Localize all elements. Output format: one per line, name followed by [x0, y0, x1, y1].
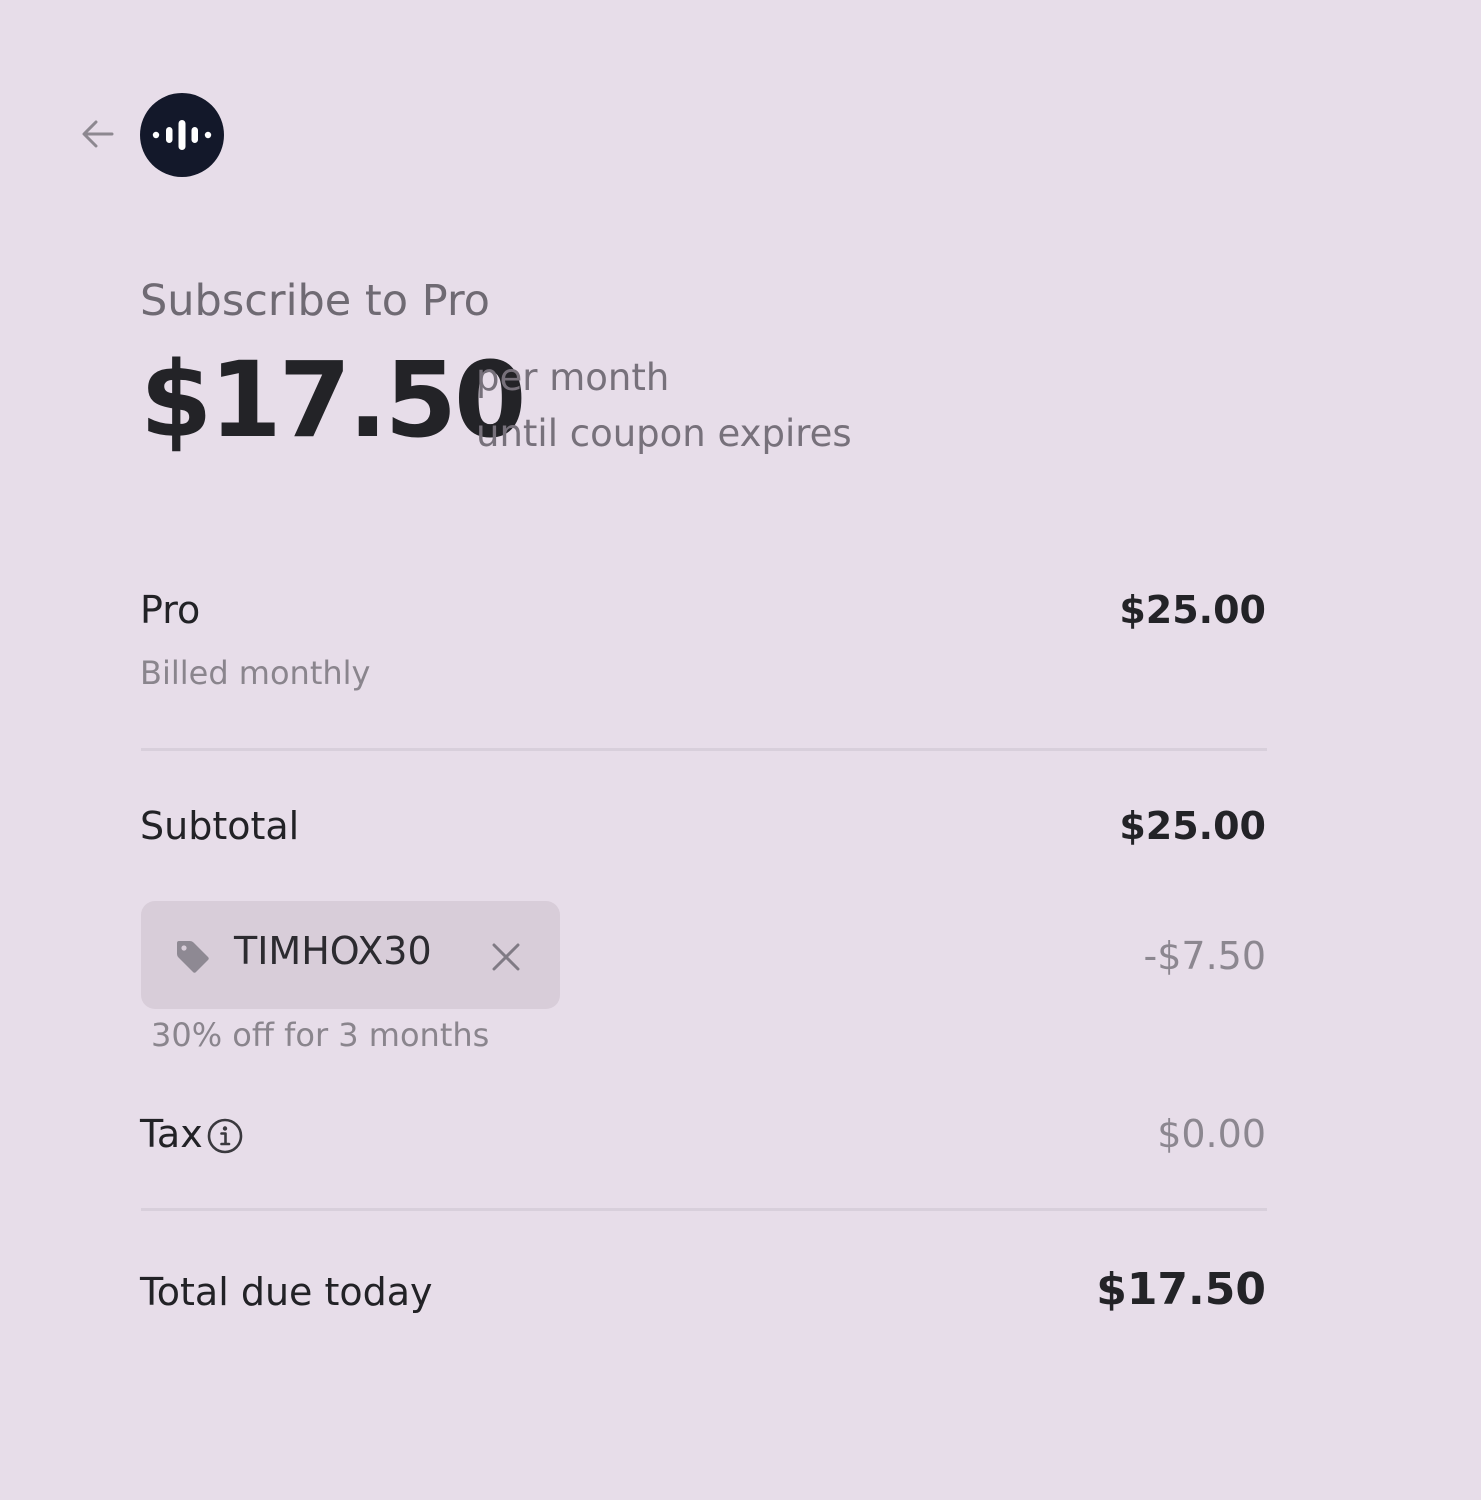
- pro-label: Pro: [140, 588, 201, 632]
- subscribe-title: Subscribe to Pro: [140, 276, 490, 326]
- back-arrow-icon[interactable]: [78, 114, 118, 154]
- tax-amount: $0.00: [1157, 1112, 1266, 1156]
- subtotal-amount: $25.00: [1119, 804, 1266, 848]
- remove-coupon-close-icon[interactable]: [486, 937, 526, 977]
- coupon-chip: TIMHOX30: [141, 901, 560, 1009]
- divider: [141, 748, 1267, 751]
- price-note: per month until coupon expires: [476, 350, 852, 462]
- coupon-description: 30% off for 3 months: [151, 1016, 490, 1054]
- tag-icon: [177, 941, 209, 973]
- pro-amount: $25.00: [1119, 588, 1266, 632]
- brand-logo: [140, 93, 224, 177]
- price-condition: until coupon expires: [476, 412, 852, 455]
- discount-amount: -$7.50: [1143, 934, 1267, 978]
- waveform-logo-icon: [152, 120, 212, 150]
- billing-frequency: Billed monthly: [140, 654, 371, 692]
- total-amount: $17.50: [1096, 1264, 1266, 1315]
- price-amount: $17.50: [140, 339, 526, 461]
- divider: [141, 1208, 1267, 1211]
- tax-label: Tax: [140, 1112, 203, 1156]
- price-period: per month: [476, 356, 670, 399]
- coupon-code: TIMHOX30: [234, 929, 432, 973]
- total-label: Total due today: [140, 1270, 433, 1314]
- info-icon[interactable]: [206, 1117, 244, 1155]
- subtotal-label: Subtotal: [140, 804, 300, 848]
